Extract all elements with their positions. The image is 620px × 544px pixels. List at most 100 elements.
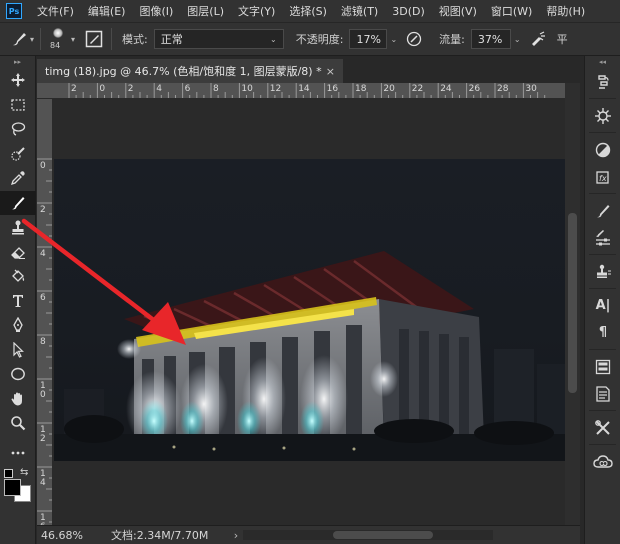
ruler-label: 1 4 [40,469,46,488]
chevron-down-icon[interactable]: ⌄ [514,35,521,44]
styles-panel-button[interactable]: fx [585,163,620,190]
ruler-label: 20 [383,84,395,94]
stamp-tool[interactable] [0,215,36,240]
history-icon [598,74,609,89]
chevron-down-icon[interactable]: ▾ [30,35,34,44]
brush-settings-panel-button[interactable] [585,224,620,251]
collapse-dock-icon[interactable]: ◂◂ [585,56,620,68]
menu-filter[interactable]: 滤镜(T) [334,3,385,19]
pen-tool[interactable] [0,313,36,338]
vertical-scrollbar[interactable] [565,83,580,525]
path-select-tool[interactable] [0,338,36,363]
horizontal-scrollbar-thumb[interactable] [333,531,433,539]
options-bar: ▾ 84 ▾ 模式: 正常 ⌄ 不透明度: 17% ⌄ 流量: 37% ⌄ 平 [0,22,620,56]
history-panel-button[interactable] [585,68,620,95]
mode-select[interactable]: 正常 ⌄ [153,29,284,49]
brush-tip-icon [53,28,64,38]
menu-layer[interactable]: 图层(L) [180,3,231,19]
pressure-opacity-icon[interactable] [403,28,425,50]
ellipse-icon [11,368,25,381]
brush-tool-preset-icon[interactable] [8,28,30,50]
layers-panel-button[interactable] [585,353,620,380]
horizontal-scrollbar[interactable] [243,530,493,540]
cc-libraries-panel-button[interactable] [585,448,620,475]
cc-libraries-icon [593,454,613,468]
mode-value: 正常 [160,33,183,46]
menu-view[interactable]: 视图(V) [432,3,484,19]
navigator-panel-button[interactable] [585,102,620,129]
menu-type[interactable]: 文字(Y) [231,3,282,19]
brush-size-picker[interactable]: 84 [47,26,69,52]
opacity-field[interactable]: 17% [349,29,388,49]
chevron-down-icon[interactable]: ⌄ [390,35,397,44]
ruler-label: 8 [40,337,46,347]
zoom-level-field[interactable]: 46.68% [37,529,89,542]
ruler-label: 4 [40,249,46,259]
move-tool[interactable] [0,68,36,93]
status-menu-arrow-icon[interactable]: › [229,529,243,542]
menu-file[interactable]: 文件(F) [30,3,81,19]
paragraph-panel-button[interactable]: ¶ [585,319,620,346]
lasso-icon [11,122,26,136]
brush-tool[interactable] [0,190,36,215]
flow-field[interactable]: 37% [470,29,511,49]
type-tool[interactable] [0,289,36,314]
lasso-tool[interactable] [0,117,36,142]
opacity-label: 不透明度: [295,33,344,46]
character-panel-button[interactable]: A| [585,292,620,319]
divider [40,28,42,50]
ruler-label: 14 [298,84,310,94]
collapse-toolbar-icon[interactable]: ▸▸ [0,56,35,68]
panel-dock: ◂◂ fx A| ¶ [584,56,620,544]
eraser-icon [11,246,25,259]
pen-icon [13,317,23,333]
eraser-tool[interactable] [0,240,36,265]
tool-presets-panel-button[interactable] [585,414,620,441]
edit-toolbar-tool[interactable] [0,441,36,466]
color-swatches: ⇆ [0,465,36,509]
menu-help[interactable]: 帮助(H) [539,3,592,19]
menu-window[interactable]: 窗口(W) [484,3,539,19]
ruler-label: 0 [40,161,46,171]
eyedropper-tool[interactable] [0,166,36,191]
document-canvas[interactable] [53,99,565,525]
flow-value: 37% [477,32,503,46]
menu-select[interactable]: 选择(S) [282,3,334,19]
foreground-color-swatch[interactable] [4,479,21,496]
opacity-value: 17% [356,32,381,46]
close-icon[interactable]: × [326,65,335,78]
horizontal-ruler: 2 0 2 4 6 8 10 12 14 16 18 20 22 24 26 28 30 [37,83,565,99]
brush-icon [12,196,25,210]
navigator-icon [595,107,611,124]
marquee-tool[interactable] [0,93,36,118]
channels-panel-button[interactable] [585,380,620,407]
hand-tool[interactable] [0,387,36,412]
ruler-label: 26 [468,84,481,94]
tools-icon [595,419,610,435]
quick-select-tool[interactable] [0,142,36,167]
ruler-label: 28 [497,84,509,94]
airbrush-icon[interactable] [527,28,549,50]
eyedropper-icon [10,171,25,186]
vertical-scrollbar-thumb[interactable] [568,213,577,393]
brushes-panel-button[interactable] [585,197,620,224]
adjustments-panel-button[interactable] [585,136,620,163]
swap-colors-icon[interactable]: ⇆ [20,467,28,478]
ruler-label: 24 [440,84,452,94]
menu-edit[interactable]: 编辑(E) [81,3,133,19]
ruler-label: 2 [40,205,46,215]
default-colors-icon[interactable] [4,469,13,478]
menu-3d[interactable]: 3D(D) [385,5,432,18]
menu-image[interactable]: 图像(I) [132,3,180,19]
ruler-label: 12 [269,84,282,94]
document-tab-bar: timg (18).jpg @ 46.7% (色相/饱和度 1, 图层蒙版/8)… [37,57,580,83]
brush-panel-toggle-icon[interactable] [83,28,105,50]
tools-panel: ▸▸ ⇆ [0,56,36,544]
paint-bucket-tool[interactable] [0,264,36,289]
clone-source-panel-button[interactable] [585,258,620,285]
document-tab[interactable]: timg (18).jpg @ 46.7% (色相/饱和度 1, 图层蒙版/8)… [37,59,343,83]
ellipse-tool[interactable] [0,362,36,387]
document-size-info[interactable]: 文档:2.34M/7.70M [89,527,229,543]
chevron-down-icon[interactable]: ▾ [71,35,75,44]
zoom-tool[interactable] [0,411,36,436]
